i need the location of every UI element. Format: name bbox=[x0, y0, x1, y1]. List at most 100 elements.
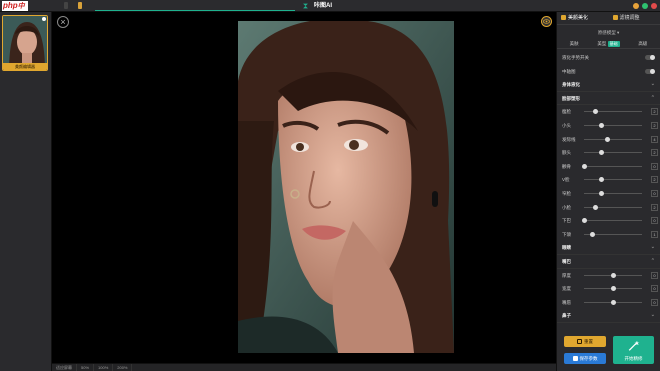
slider-track[interactable] bbox=[584, 272, 642, 278]
zoom-100[interactable]: 100% bbox=[94, 364, 114, 371]
slider-value[interactable]: 2 bbox=[651, 121, 658, 129]
eye-icon bbox=[542, 19, 551, 24]
slider-value[interactable]: 1 bbox=[651, 230, 658, 238]
subtab-skin[interactable]: 美肤 bbox=[557, 39, 591, 48]
section-header[interactable]: 脸部塑形 ⌃ bbox=[557, 92, 660, 106]
toggle-row: 中轴图 bbox=[557, 65, 660, 79]
minimize-button[interactable] bbox=[633, 3, 639, 9]
toggle-switch[interactable] bbox=[645, 55, 655, 60]
slider-value[interactable]: 0 bbox=[651, 162, 658, 170]
title-bar: php中文网 咔图AI bbox=[0, 0, 660, 35]
row-label: 嘴巴 bbox=[562, 258, 571, 264]
slider-knob[interactable] bbox=[581, 218, 587, 224]
section-header[interactable]: 嘴巴 ⌃ bbox=[557, 255, 660, 269]
slider-value[interactable]: 0 bbox=[651, 217, 658, 225]
subtab-shape-label: 美型 bbox=[597, 41, 607, 46]
zoom-fit[interactable]: 适应屏幕 bbox=[52, 364, 77, 371]
panel-tabs: 美颜美化 滤镜调整 bbox=[557, 12, 660, 25]
section-header[interactable]: 眼睛 ⌄ bbox=[557, 241, 660, 255]
slider-knob[interactable] bbox=[593, 109, 599, 115]
slider-value[interactable]: 2 bbox=[651, 176, 658, 184]
zoom-50[interactable]: 50% bbox=[77, 364, 95, 371]
chevron-icon: ⌃ bbox=[650, 94, 655, 101]
row-label: 嘴唇 bbox=[562, 299, 571, 305]
row-label: 小脸 bbox=[562, 204, 571, 210]
slider-knob[interactable] bbox=[593, 204, 599, 210]
slider-knob[interactable] bbox=[598, 190, 604, 196]
slider-knob[interactable] bbox=[604, 136, 610, 142]
app-logo-icon bbox=[303, 3, 308, 9]
slider-knob[interactable] bbox=[581, 163, 587, 169]
slider-value[interactable]: 0 bbox=[651, 298, 658, 306]
thumbnail-caption: 美颜编辑器 bbox=[3, 63, 47, 70]
slider-knob[interactable] bbox=[610, 272, 616, 278]
close-image-button[interactable]: × bbox=[57, 16, 69, 28]
chevron-down-icon: ▾ bbox=[617, 30, 620, 35]
preview-toggle-button[interactable] bbox=[541, 16, 552, 27]
slider-value[interactable]: 0 bbox=[651, 189, 658, 197]
subtab-shape[interactable]: 美型 基础 bbox=[591, 39, 625, 48]
adjust-rows: 液化手势开关 中轴图 身体液化 ⌄ 脸部塑形 ⌃ 瘦脸 2 小头 2 发际线 4 额头 2 颧骨 0 V脸 2 窄脸… bbox=[557, 51, 660, 323]
row-label: V脸 bbox=[562, 177, 570, 183]
slider-track[interactable] bbox=[581, 163, 642, 169]
section-header[interactable]: 鼻子 ⌄ bbox=[557, 309, 660, 323]
slider-row: 嘴唇 0 bbox=[557, 296, 660, 310]
row-label: 液化手势开关 bbox=[562, 55, 589, 60]
logo-text: php bbox=[3, 1, 18, 10]
tab-beauty[interactable]: 美颜美化 bbox=[557, 12, 609, 24]
row-label: 颧骨 bbox=[562, 163, 571, 169]
image-canvas[interactable]: × bbox=[52, 12, 556, 363]
slider-knob[interactable] bbox=[598, 122, 604, 128]
save-params-button[interactable]: 保存参数 bbox=[564, 353, 606, 364]
start-label: 开始精修 bbox=[624, 356, 643, 361]
tab-beauty-label: 美颜美化 bbox=[568, 15, 589, 21]
maximize-button[interactable] bbox=[642, 3, 648, 9]
subtab-advanced[interactable]: 高级 bbox=[626, 39, 660, 48]
menu-badge[interactable] bbox=[64, 2, 68, 9]
slider-track[interactable] bbox=[581, 218, 642, 224]
slider-knob[interactable] bbox=[610, 286, 616, 292]
slider-value[interactable]: 2 bbox=[651, 108, 658, 116]
slider-track[interactable] bbox=[584, 231, 642, 237]
slider-value[interactable]: 2 bbox=[651, 203, 658, 211]
save-icon bbox=[572, 356, 578, 362]
slider-knob[interactable] bbox=[610, 299, 616, 305]
close-window-button[interactable] bbox=[651, 3, 657, 9]
toggle-switch[interactable] bbox=[645, 68, 655, 74]
face-icon bbox=[561, 15, 566, 21]
slider-knob[interactable] bbox=[590, 231, 596, 237]
slider-track[interactable] bbox=[584, 177, 642, 183]
slider-track[interactable] bbox=[584, 190, 642, 196]
row-label: 眼睛 bbox=[562, 245, 571, 251]
reset-button[interactable]: 重置 bbox=[564, 336, 606, 347]
slider-track[interactable] bbox=[584, 204, 642, 210]
vip-badge[interactable] bbox=[78, 2, 82, 9]
slider-value[interactable]: 0 bbox=[651, 271, 658, 279]
start-retouch-button[interactable]: 开始精修 bbox=[613, 336, 654, 364]
image-thumbnail[interactable]: 美颜编辑器 bbox=[2, 15, 48, 71]
tab-filter[interactable]: 滤镜调整 bbox=[609, 12, 660, 24]
toggle-row: 液化手势开关 bbox=[557, 51, 660, 65]
save-label: 保存参数 bbox=[579, 356, 598, 361]
slider-track[interactable] bbox=[584, 286, 642, 292]
section-header[interactable]: 身体液化 ⌄ bbox=[557, 78, 660, 92]
slider-value[interactable]: 4 bbox=[651, 135, 658, 143]
row-label: 脸部塑形 bbox=[562, 95, 580, 101]
row-label: 瘦脸 bbox=[562, 109, 571, 115]
chevron-icon: ⌃ bbox=[650, 257, 655, 264]
slider-value[interactable]: 0 bbox=[651, 285, 658, 293]
image-list: 美颜编辑器 bbox=[0, 12, 52, 371]
slider-track[interactable] bbox=[584, 150, 642, 156]
slider-knob[interactable] bbox=[598, 150, 604, 156]
slider-row: 窄脸 0 bbox=[557, 187, 660, 201]
tab-filter-label: 滤镜调整 bbox=[619, 15, 640, 21]
slider-track[interactable] bbox=[584, 136, 642, 142]
zoom-200[interactable]: 200% bbox=[113, 364, 133, 371]
slider-value[interactable]: 2 bbox=[651, 149, 658, 157]
adjust-panel: 美颜美化 滤镜调整 原感模型 ▾ 美肤 美型 基础 高级 液化手势开关中轴图 身体… bbox=[556, 12, 660, 371]
slider-track[interactable] bbox=[584, 299, 642, 305]
slider-knob[interactable] bbox=[598, 177, 604, 183]
slider-track[interactable] bbox=[584, 122, 642, 128]
slider-track[interactable] bbox=[584, 109, 642, 115]
mode-select[interactable]: 原感模型 ▾ bbox=[557, 28, 660, 37]
